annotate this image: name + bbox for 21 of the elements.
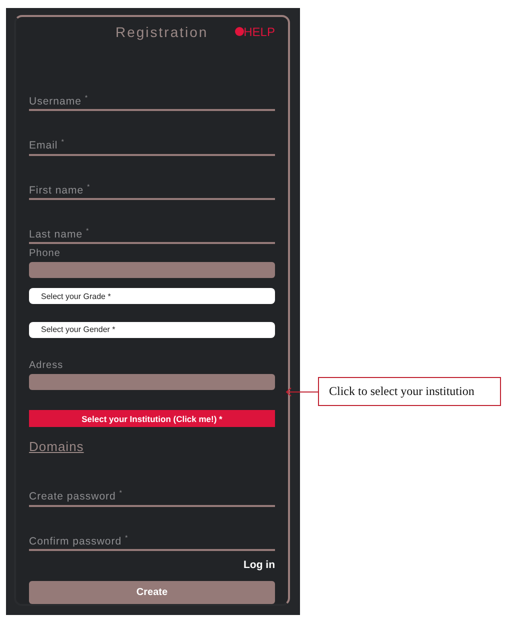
input-field[interactable]: [29, 262, 275, 278]
dropdown[interactable]: Select your Grade *: [29, 288, 275, 304]
create-button[interactable]: Create: [29, 581, 275, 604]
text-field[interactable]: Last name $^{*}$: [29, 228, 275, 244]
text-field[interactable]: Confirm password $^{*}$: [29, 534, 275, 552]
form-title: Registration: [114, 24, 210, 40]
field-label: Adress: [29, 360, 64, 371]
text-field[interactable]: Username $^{*}$: [29, 94, 275, 112]
field-label: Phone: [29, 248, 62, 260]
domains-link[interactable]: Domains: [29, 439, 84, 454]
text-field[interactable]: First name $^{*}$: [29, 184, 275, 200]
text-field[interactable]: Create password $^{*}$: [29, 490, 275, 507]
input-field[interactable]: [29, 374, 275, 390]
arrow-icon: [285, 386, 318, 396]
login-link[interactable]: Log in: [244, 559, 275, 572]
callout-note: Click to select your institution: [318, 377, 501, 406]
dropdown[interactable]: Select your Gender *: [29, 322, 275, 338]
help-link[interactable]: HELP: [234, 24, 275, 39]
info-icon: [234, 27, 244, 36]
text-field[interactable]: Email $^{*}$: [29, 139, 275, 156]
institution-button[interactable]: Select your Institution (Click me!) *: [29, 410, 275, 428]
